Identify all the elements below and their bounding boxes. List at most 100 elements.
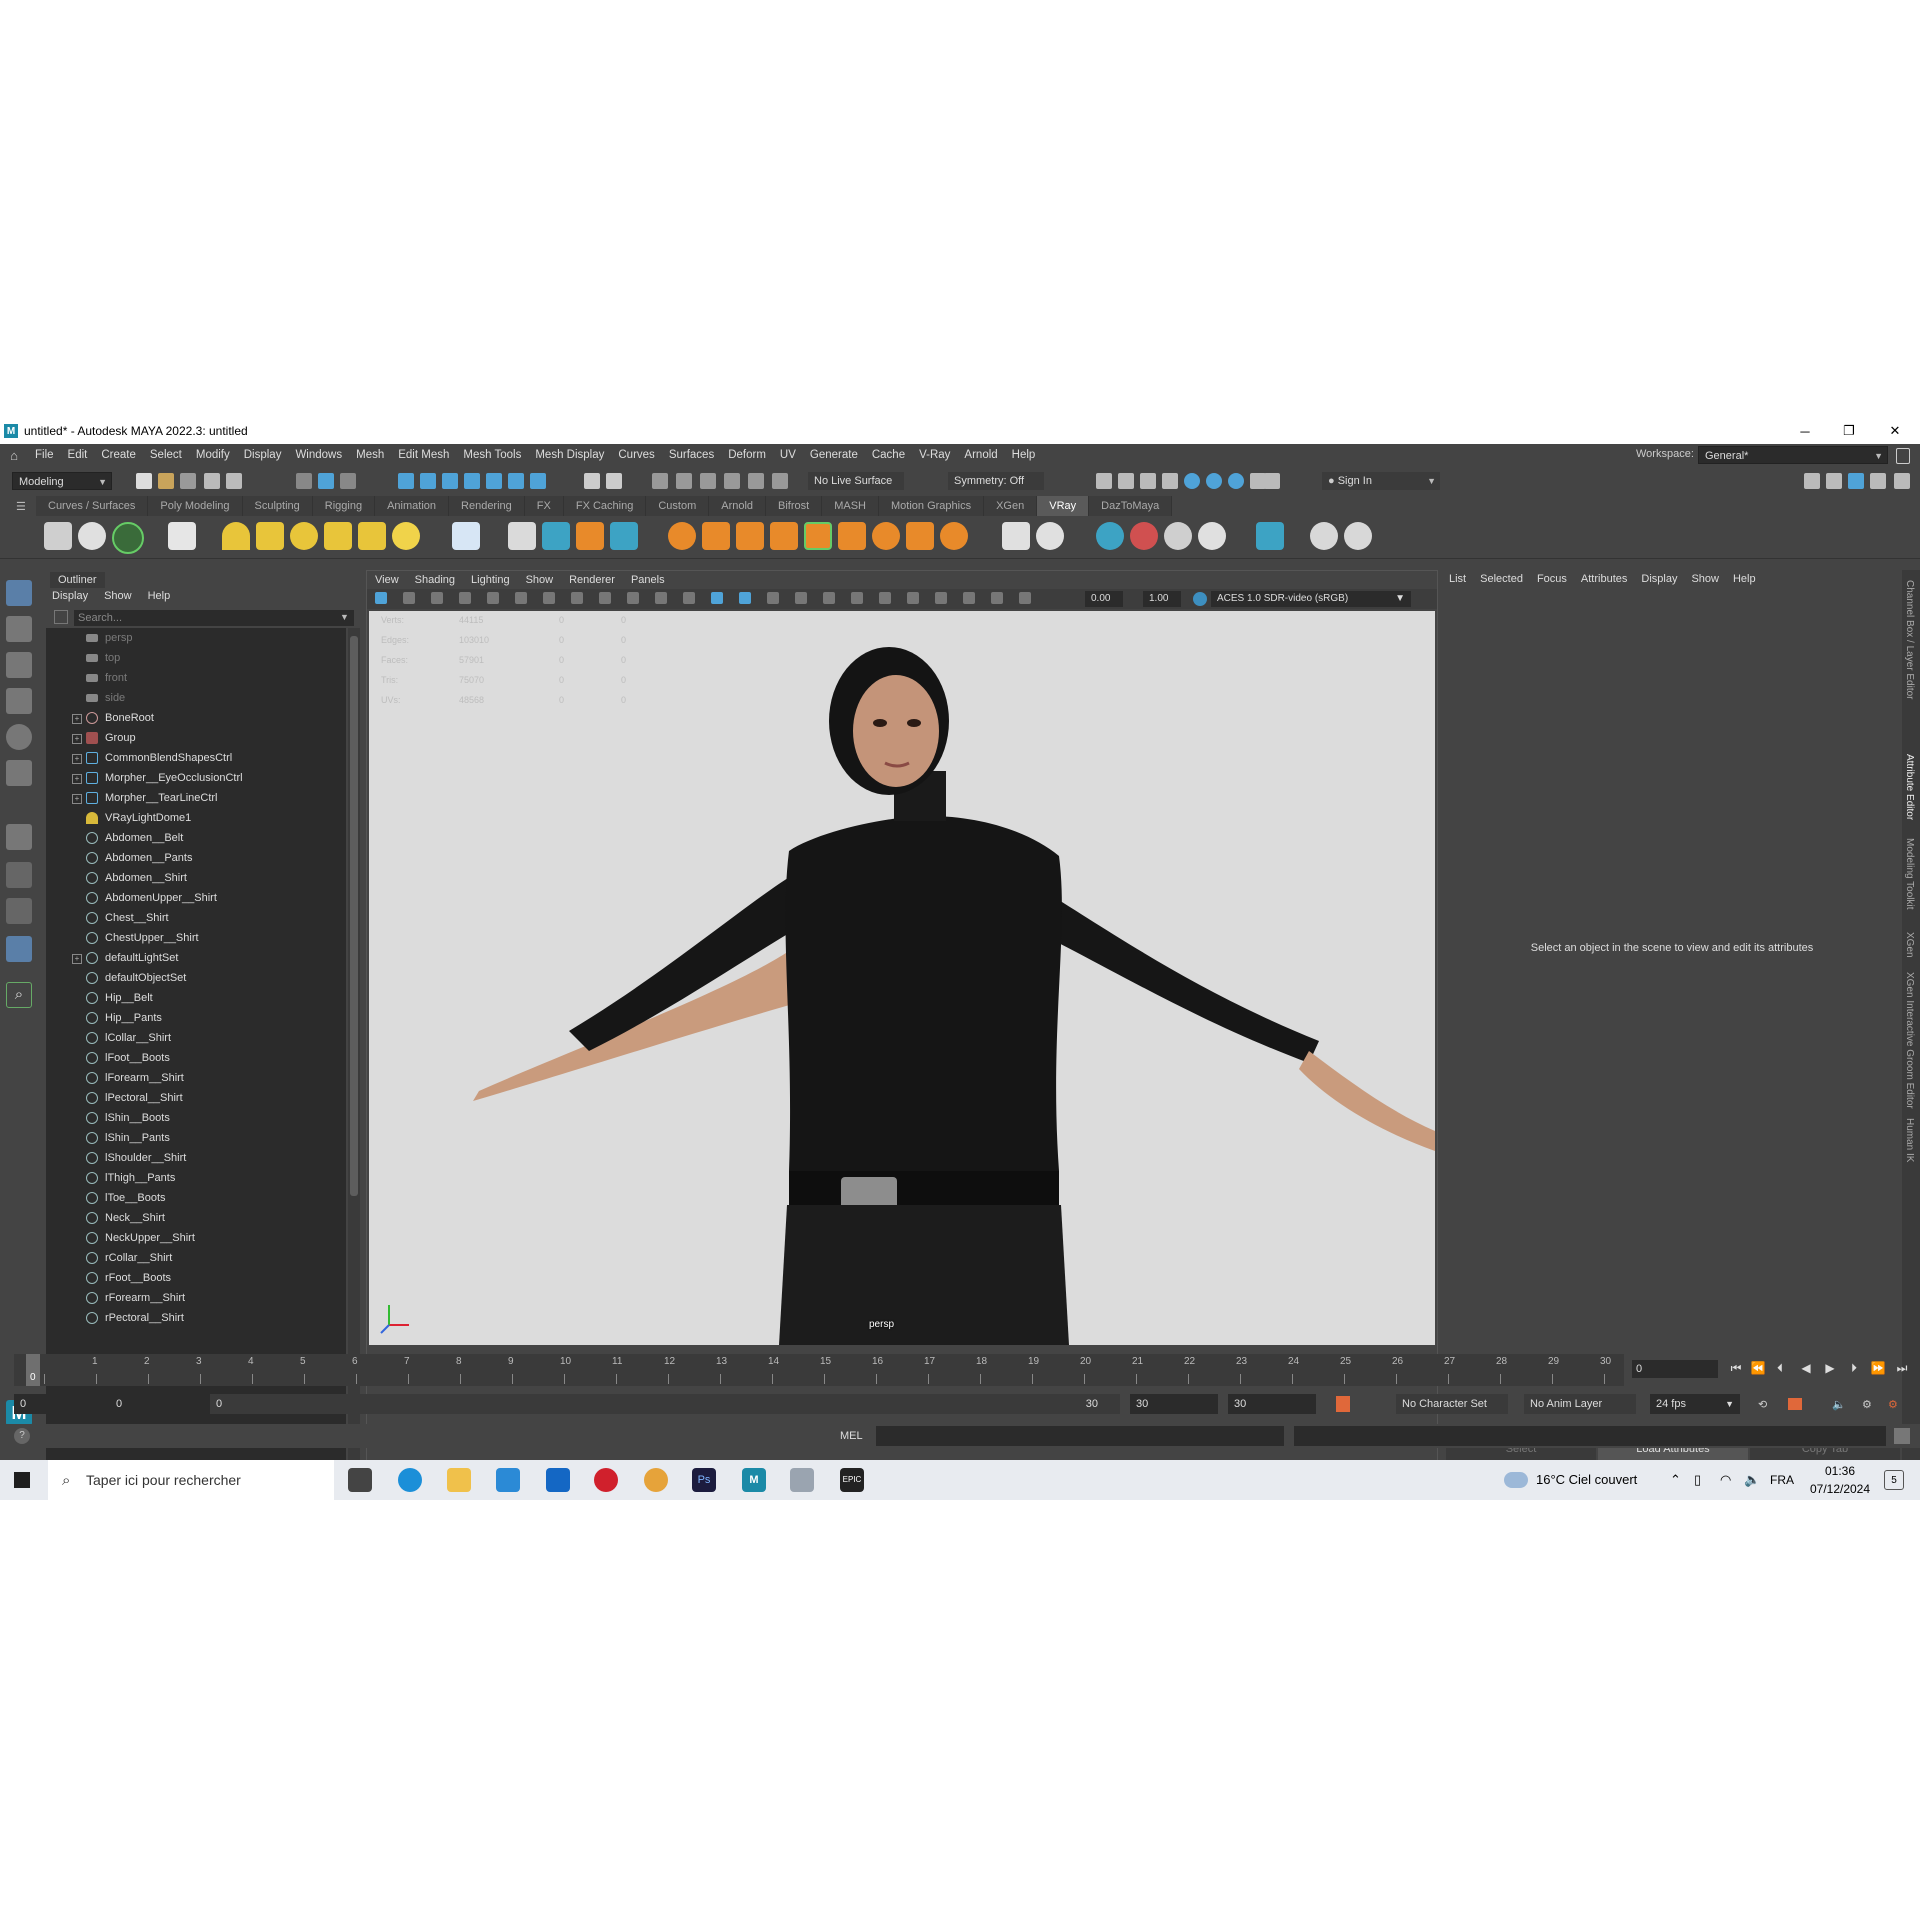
step-forward-key-icon[interactable]: ⏩ bbox=[1870, 1360, 1886, 1376]
loop-icon[interactable]: ⟲ bbox=[1758, 1398, 1767, 1411]
outliner-item[interactable]: + Group bbox=[46, 728, 346, 748]
vray-render-icon[interactable] bbox=[44, 522, 72, 550]
render-frame-icon[interactable] bbox=[1096, 473, 1112, 489]
xgen-groom-tab[interactable]: XGen Interactive Groom Editor bbox=[1904, 972, 1915, 1109]
outliner-tab[interactable]: Outliner bbox=[50, 572, 105, 588]
vray-ipr-icon[interactable] bbox=[78, 522, 106, 550]
outliner-item[interactable]: AbdomenUpper__Shirt bbox=[46, 888, 346, 908]
exposure-field[interactable]: 0.00 bbox=[1085, 591, 1123, 607]
device-icon[interactable]: ▯ bbox=[1694, 1460, 1701, 1500]
script-editor-icon[interactable] bbox=[1894, 1428, 1910, 1444]
safe-action-icon[interactable] bbox=[627, 592, 639, 604]
expand-icon[interactable]: + bbox=[72, 754, 82, 764]
select-tool-icon[interactable] bbox=[6, 580, 32, 606]
film-gate-icon[interactable] bbox=[515, 592, 527, 604]
shelf-tab-poly-modeling[interactable]: Poly Modeling bbox=[148, 496, 243, 516]
viewport-menu-renderer[interactable]: Renderer bbox=[561, 574, 623, 586]
outliner-item[interactable]: Neck__Shirt bbox=[46, 1208, 346, 1228]
sound-icon[interactable]: 🔈 bbox=[1832, 1398, 1846, 1411]
render-setup-icon[interactable] bbox=[1228, 473, 1244, 489]
shelf-tab-mash[interactable]: MASH bbox=[822, 496, 879, 516]
outliner-item[interactable]: lShin__Pants bbox=[46, 1128, 346, 1148]
shelf-tab-fx-caching[interactable]: FX Caching bbox=[563, 496, 647, 516]
human-ik-tab[interactable]: Human IK bbox=[1904, 1118, 1915, 1162]
construction-history-icon[interactable] bbox=[606, 473, 622, 489]
render-sequence-icon[interactable] bbox=[1118, 473, 1134, 489]
scene-end-field[interactable]: 30 bbox=[1228, 1394, 1316, 1414]
chevron-up-icon[interactable]: ⌃ bbox=[1670, 1460, 1681, 1500]
lasso-icon[interactable] bbox=[652, 473, 668, 489]
clock-time[interactable]: 01:36 bbox=[1804, 1464, 1876, 1478]
outliner-item[interactable]: ChestUpper__Shirt bbox=[46, 928, 346, 948]
outliner-item[interactable]: Abdomen__Belt bbox=[46, 828, 346, 848]
store-icon[interactable] bbox=[496, 1468, 520, 1492]
viewport-menu-shading[interactable]: Shading bbox=[407, 574, 463, 586]
go-to-end-icon[interactable]: ⏭ bbox=[1894, 1360, 1910, 1376]
attribute-editor-tab[interactable]: Attribute Editor bbox=[1904, 754, 1915, 820]
outliner-menu-display[interactable]: Display bbox=[44, 590, 96, 606]
expand-icon[interactable]: + bbox=[72, 794, 82, 804]
mode-dropdown[interactable]: Modeling ▼ bbox=[12, 472, 112, 490]
outliner-item[interactable]: lCollar__Shirt bbox=[46, 1028, 346, 1048]
gamma-field[interactable]: 1.00 bbox=[1143, 591, 1181, 607]
opera-icon[interactable] bbox=[594, 1468, 618, 1492]
expand-icon[interactable]: + bbox=[72, 714, 82, 724]
viewport-menu-show[interactable]: Show bbox=[518, 574, 562, 586]
outliner-item[interactable]: NeckUpper__Shirt bbox=[46, 1228, 346, 1248]
color-space-dropdown[interactable]: ACES 1.0 SDR-video (sRGB) ▼ bbox=[1211, 591, 1411, 607]
snap-point-icon[interactable] bbox=[442, 473, 458, 489]
render-settings-icon[interactable] bbox=[1162, 473, 1178, 489]
viewport-menu-lighting[interactable]: Lighting bbox=[463, 574, 518, 586]
outlook-icon[interactable] bbox=[546, 1468, 570, 1492]
expand-icon[interactable]: + bbox=[72, 954, 82, 964]
outliner-item[interactable]: lToe__Boots bbox=[46, 1188, 346, 1208]
chrome-icon[interactable] bbox=[644, 1468, 668, 1492]
taskbar-search-input[interactable]: Taper ici pour rechercher bbox=[48, 1460, 334, 1500]
menu-generate[interactable]: Generate bbox=[803, 449, 865, 461]
ae-menu-focus[interactable]: Focus bbox=[1530, 573, 1574, 585]
channel-box-tab[interactable]: Channel Box / Layer Editor bbox=[1904, 580, 1915, 700]
channel-box-icon[interactable] bbox=[1870, 473, 1886, 489]
outliner-item[interactable]: lShoulder__Shirt bbox=[46, 1148, 346, 1168]
snap-grid-icon[interactable] bbox=[398, 473, 414, 489]
default-material-icon[interactable] bbox=[739, 592, 751, 604]
vray-material-icon[interactable] bbox=[452, 522, 480, 550]
shadows-icon[interactable] bbox=[823, 592, 835, 604]
outliner-item[interactable]: + BoneRoot bbox=[46, 708, 346, 728]
vray-grid-icon[interactable] bbox=[804, 522, 832, 550]
outliner-menu-help[interactable]: Help bbox=[140, 590, 179, 606]
four-view-icon[interactable] bbox=[6, 862, 32, 888]
layer-editor-icon[interactable] bbox=[1894, 473, 1910, 489]
restore-button[interactable]: ❐ bbox=[1826, 418, 1872, 444]
anim-layer-dropdown[interactable]: No Anim Layer bbox=[1524, 1394, 1636, 1414]
help-icon[interactable]: ? bbox=[14, 1428, 30, 1444]
image-plane-icon[interactable] bbox=[459, 592, 471, 604]
maya-taskbar-icon[interactable]: M bbox=[742, 1468, 766, 1492]
tool-settings-icon[interactable] bbox=[1848, 473, 1864, 489]
range-slider[interactable]: 0 30 bbox=[210, 1394, 1120, 1414]
outliner-item[interactable]: rFoot__Boots bbox=[46, 1268, 346, 1288]
wifi-icon[interactable]: ◠ bbox=[1720, 1460, 1731, 1500]
vray-bake-icon[interactable] bbox=[1096, 522, 1124, 550]
select-hierarchy-icon[interactable] bbox=[296, 473, 312, 489]
windows-start-icon[interactable] bbox=[14, 1472, 30, 1488]
dome-light-icon[interactable] bbox=[222, 522, 250, 550]
depth-of-field-icon[interactable] bbox=[907, 592, 919, 604]
ae-menu-display[interactable]: Display bbox=[1634, 573, 1684, 585]
rect-light-icon[interactable] bbox=[256, 522, 284, 550]
xray-icon[interactable] bbox=[963, 592, 975, 604]
menu-create[interactable]: Create bbox=[94, 449, 143, 461]
vray-volume-icon[interactable] bbox=[872, 522, 900, 550]
live-surface-field[interactable]: No Live Surface bbox=[808, 472, 904, 490]
vray-fur-icon[interactable] bbox=[610, 522, 638, 550]
viewport-3d[interactable]: Verts: 44115 0 0 Edges: 103010 0 0 Faces: 57901 0 0… bbox=[369, 611, 1435, 1345]
snap-projected-icon[interactable] bbox=[464, 473, 480, 489]
menu-windows[interactable]: Windows bbox=[288, 449, 349, 461]
outliner-item[interactable]: defaultObjectSet bbox=[46, 968, 346, 988]
menu-edit-mesh[interactable]: Edit Mesh bbox=[391, 449, 456, 461]
redo-icon[interactable] bbox=[226, 473, 242, 489]
select-object-icon[interactable] bbox=[318, 473, 334, 489]
vray-decal-icon[interactable] bbox=[770, 522, 798, 550]
vray-clipper-icon[interactable] bbox=[838, 522, 866, 550]
sphere-light-icon[interactable] bbox=[290, 522, 318, 550]
